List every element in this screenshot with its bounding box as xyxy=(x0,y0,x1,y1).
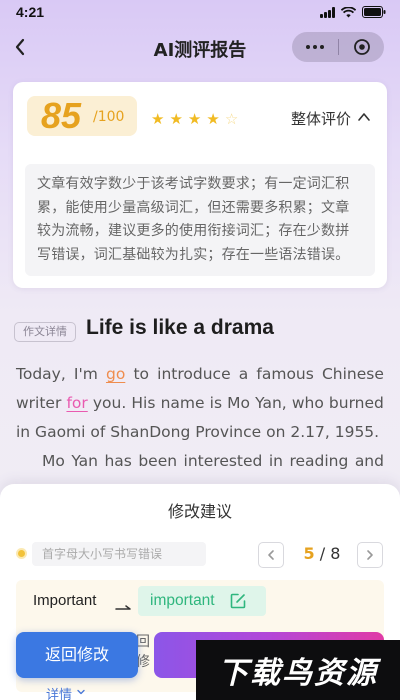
essay-line: Today, I'm go to introduce a famous Chin… xyxy=(16,360,384,389)
wifi-icon xyxy=(341,6,356,18)
score-badge: 85 /100 xyxy=(27,96,137,136)
pager-total: / 8 xyxy=(314,544,341,563)
pager-current: 5 xyxy=(303,544,315,563)
essay-word: Yan, xyxy=(255,394,287,412)
essay-word: to xyxy=(133,365,150,383)
error-highlight-word[interactable]: go xyxy=(106,360,125,389)
suggested-word: important xyxy=(150,592,215,609)
essay-word: Mo xyxy=(42,452,65,470)
essay-word: you. xyxy=(92,394,127,412)
tip-dot-icon xyxy=(18,550,25,557)
edit-icon[interactable] xyxy=(229,592,247,610)
essay-word: Mo xyxy=(227,394,250,412)
score-value: 85 xyxy=(41,95,82,136)
more-icon[interactable] xyxy=(292,32,338,62)
evaluation-line: 文章有效字数少于该考试字数要求；有一定词汇积 xyxy=(37,176,350,192)
chevron-down-icon xyxy=(76,686,86,700)
essay-line: in Gaomi of ShanDong Province on 2.17, 1… xyxy=(16,418,384,447)
chevron-up-icon xyxy=(357,109,371,128)
essay-word: a xyxy=(238,365,249,383)
error-highlight-word[interactable]: for xyxy=(66,389,87,418)
essay-word: Chinese xyxy=(321,365,384,383)
half-star-icon: ☆ xyxy=(224,110,239,128)
status-bar: 4:21 xyxy=(0,0,400,26)
suggested-word-chip[interactable]: important xyxy=(138,586,266,616)
star-icon: ★ xyxy=(206,110,220,128)
essay-word: been xyxy=(138,452,178,470)
essay-word: reading xyxy=(289,452,349,470)
evaluation-line: 较为流畅，建议更多的使用衔接词汇；存在少数拼 xyxy=(37,223,350,239)
sheet-title: 修改建议 xyxy=(167,502,232,521)
essay-word: and xyxy=(354,452,384,470)
nav-bar: AI测评报告 xyxy=(0,28,400,68)
essay-word: I'm xyxy=(73,365,98,383)
essay-word: has xyxy=(104,452,132,470)
rating-stars: ★ ★ ★ ★ ☆ xyxy=(151,112,238,127)
evaluation-line: 累，能使用少量高级词汇，但还需要多积累；文章 xyxy=(37,199,350,216)
essay-word: is xyxy=(209,394,223,412)
essay-word: Today, xyxy=(16,365,66,383)
score-total: /100 xyxy=(93,109,125,125)
watermark-text: 下载鸟资源 xyxy=(218,656,378,691)
details-label: 详情 xyxy=(46,688,73,700)
essay-detail-tag: 作文详情 xyxy=(14,322,76,342)
essay-word: burned xyxy=(328,394,384,412)
details-link[interactable]: 详情 xyxy=(46,684,86,700)
star-icon: ★ xyxy=(151,110,165,128)
watermark-logo: 下载鸟资源 xyxy=(196,640,400,700)
evaluation-line: 写错误，词汇基础较为扎实；存在一些语法错误。 xyxy=(37,246,350,263)
mini-program-capsule xyxy=(292,32,384,62)
partially-hidden-text: 回 修 xyxy=(136,634,150,670)
revise-button[interactable]: 返回修改 xyxy=(16,632,138,678)
essay-word: writer xyxy=(16,394,62,412)
close-circle-icon[interactable] xyxy=(339,32,384,62)
arrow-right-icon xyxy=(115,598,133,617)
pager-count: 5 / 8 xyxy=(296,544,348,563)
original-word: Important xyxy=(33,592,97,609)
score-card: 85 /100 ★ ★ ★ ★ ☆ 整体评价 文章有效字数少于该考试字数要求；有… xyxy=(13,82,387,288)
next-button[interactable] xyxy=(357,542,383,568)
previous-button[interactable] xyxy=(258,542,284,568)
essay-word: who xyxy=(291,394,324,412)
essay-word: famous xyxy=(256,365,314,383)
evaluation-summary: 文章有效字数少于该考试字数要求；有一定词汇积 累，能使用少量高级词汇，但还需要多… xyxy=(25,164,375,276)
overall-evaluation-label: 整体评价 xyxy=(290,110,351,128)
overall-evaluation-toggle[interactable]: 整体评价 xyxy=(291,108,371,129)
essay-text: in Gaomi of ShanDong Province on 2.17, 1… xyxy=(16,423,380,441)
battery-icon xyxy=(362,6,386,18)
signal-icon xyxy=(320,6,335,18)
star-icon: ★ xyxy=(187,110,202,128)
status-time: 4:21 xyxy=(16,4,45,20)
error-type-chip: 首字母大小写书写错误 xyxy=(32,542,206,566)
essay-body: Today, I'm go to introduce a famous Chin… xyxy=(16,360,384,476)
essay-title: Life is like a drama xyxy=(86,316,274,339)
essay-word: name xyxy=(160,394,205,412)
essay-line: Mo Yan has been interested in reading an… xyxy=(16,447,384,476)
essay-word: interested xyxy=(183,452,263,470)
essay-line: writer for you. His name is Mo Yan, who … xyxy=(16,389,384,418)
essay-word: introduce xyxy=(157,365,231,383)
essay-word: Yan xyxy=(71,452,98,470)
essay-word: in xyxy=(268,452,283,470)
star-icon: ★ xyxy=(169,110,183,128)
status-icons xyxy=(320,6,386,18)
essay-word: His xyxy=(131,394,156,412)
